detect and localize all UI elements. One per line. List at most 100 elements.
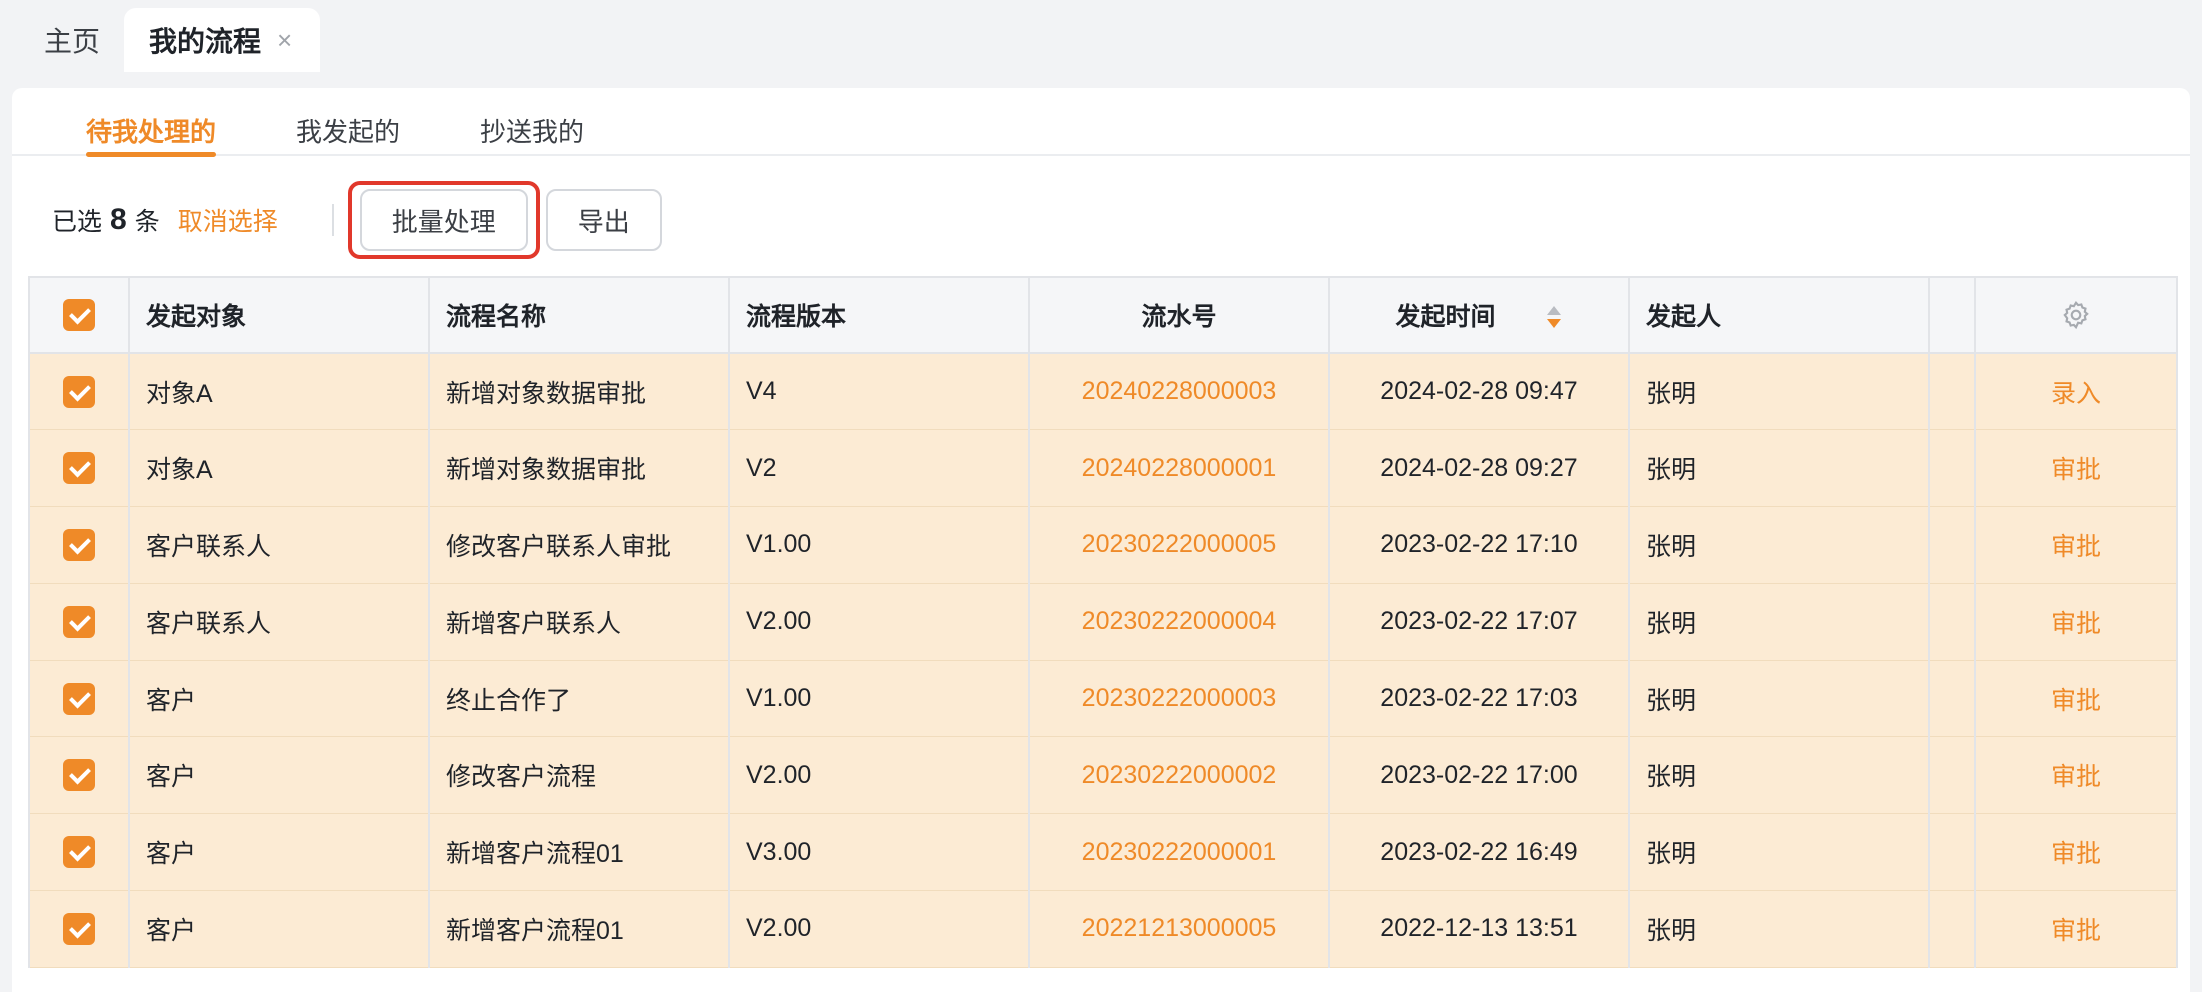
cell-serial-number[interactable]: 20230222000005 [1029,506,1330,584]
row-checkbox[interactable] [63,605,95,638]
cell-start-time: 2022-12-13 13:51 [1329,890,1630,968]
cell-process-name: 修改客户联系人审批 [429,506,730,584]
row-checkbox[interactable] [63,375,95,408]
sub-tab-bar: 待我处理的 我发起的 抄送我的 [12,88,2190,157]
selected-suffix: 条 [134,208,160,236]
column-header-sortable[interactable]: 发起时间 [1329,276,1630,354]
column-header: 流水号 [1029,276,1330,354]
cell-process-name: 新增客户流程01 [429,890,730,968]
cell-process-name: 新增对象数据审批 [429,353,730,431]
column-header: 流程名称 [429,276,730,354]
table-row[interactable]: 对象A 新增对象数据审批 V4 20240228000003 2024-02-28 09… [28,353,2178,431]
select-all-checkbox[interactable] [63,299,95,331]
cell-spacer [1929,506,1976,584]
cell-serial-number[interactable]: 20230222000004 [1029,583,1330,661]
row-action-link[interactable]: 审批 [1975,890,2178,968]
active-tab-indicator [86,152,216,157]
cell-spacer [1929,429,1976,508]
cell-serial-number[interactable]: 20230222000003 [1029,660,1330,738]
row-checkbox[interactable] [63,912,95,945]
table-row[interactable]: 客户联系人 新增客户联系人 V2.00 20230222000004 2023-02-2… [28,583,2178,661]
tab-cc[interactable]: 抄送我的 [480,112,584,149]
selected-count: 8 [110,203,127,236]
cell-spacer [1929,660,1976,738]
cell-serial-number[interactable]: 20240228000003 [1029,353,1330,431]
row-checkbox[interactable] [63,452,95,485]
cell-start-time: 2024-02-28 09:27 [1329,429,1630,508]
selected-prefix: 已选 [52,208,103,236]
cell-spacer [1929,583,1976,661]
batch-process-button[interactable]: 批量处理 [359,189,528,251]
row-select-cell [28,890,130,968]
cell-process-name: 新增客户流程01 [429,813,730,892]
cell-version: V2.00 [729,736,1030,815]
row-checkbox[interactable] [63,682,95,715]
cell-initiator: 张明 [1629,813,1930,892]
cell-start-time: 2023-02-22 17:10 [1329,506,1630,584]
batch-button-highlight: 批量处理 [347,181,540,259]
content-card: 待我处理的 我发起的 抄送我的 已选 8 条 取消选择 批量处理 导出 发起对象… [12,88,2190,992]
row-action-link[interactable]: 审批 [1975,736,2178,815]
table-row[interactable]: 客户 终止合作了 V1.00 20230222000003 2023-02-22 17:… [28,660,2178,738]
cell-serial-number[interactable]: 20230222000001 [1029,813,1330,892]
cell-serial-number[interactable]: 20221213000005 [1029,890,1330,968]
cell-object: 客户 [129,736,430,815]
cell-initiator: 张明 [1629,583,1930,661]
cell-object: 客户 [129,890,430,968]
table-row[interactable]: 客户 新增客户流程01 V3.00 20230222000001 2023-02-22 … [28,813,2178,892]
process-table: 发起对象 流程名称 流程版本 流水号 发起时间 发起人 对象A 新增对象数据审批… [28,276,2178,968]
page-tab-home[interactable]: 主页 [44,8,100,72]
row-action-link[interactable]: 录入 [1975,353,2178,431]
page-tab-bar: 主页 我的流程 × [0,0,2202,72]
cell-object: 对象A [129,353,430,431]
table-row[interactable]: 客户 新增客户流程01 V2.00 20221213000005 2022-12-13 … [28,890,2178,968]
cell-object: 客户联系人 [129,583,430,661]
tab-initiated[interactable]: 我发起的 [296,112,400,149]
cell-process-name: 修改客户流程 [429,736,730,815]
row-action-link[interactable]: 审批 [1975,660,2178,738]
cancel-selection-link[interactable]: 取消选择 [178,202,278,238]
cell-process-name: 终止合作了 [429,660,730,738]
column-header-spacer [1929,276,1976,354]
tab-pending[interactable]: 待我处理的 [86,112,216,149]
cell-spacer [1929,736,1976,815]
toolbar-divider [331,204,334,236]
page-tab-my-process[interactable]: 我的流程 × [124,8,320,72]
cell-serial-number[interactable]: 20240228000001 [1029,429,1330,508]
toolbar: 已选 8 条 取消选择 批量处理 导出 [52,180,662,260]
row-checkbox[interactable] [63,836,95,869]
cell-start-time: 2023-02-22 17:00 [1329,736,1630,815]
row-select-cell [28,736,130,815]
row-select-cell [28,660,130,738]
row-checkbox[interactable] [63,759,95,792]
select-all-cell [28,276,130,354]
row-action-link[interactable]: 审批 [1975,429,2178,508]
column-header-label: 发起时间 [1395,303,1496,331]
sort-icon[interactable] [1546,306,1562,330]
gear-icon[interactable] [2060,299,2092,331]
table-row[interactable]: 客户联系人 修改客户联系人审批 V1.00 20230222000005 2023-02… [28,506,2178,584]
row-select-cell [28,813,130,892]
row-checkbox[interactable] [63,528,95,561]
table-row[interactable]: 客户 修改客户流程 V2.00 20230222000002 2023-02-22 17… [28,736,2178,815]
row-select-cell [28,429,130,508]
cell-initiator: 张明 [1629,736,1930,815]
table-row[interactable]: 对象A 新增对象数据审批 V2 20240228000001 2024-02-28 09… [28,429,2178,508]
row-action-link[interactable]: 审批 [1975,813,2178,892]
cell-version: V2.00 [729,583,1030,661]
row-select-cell [28,583,130,661]
close-icon[interactable]: × [277,27,292,53]
cell-object: 客户 [129,813,430,892]
cell-process-name: 新增对象数据审批 [429,429,730,508]
page-tab-label: 我的流程 [149,26,262,57]
table-header-row: 发起对象 流程名称 流程版本 流水号 发起时间 发起人 [28,276,2178,354]
cell-version: V4 [729,353,1030,431]
cell-start-time: 2023-02-22 17:03 [1329,660,1630,738]
row-action-link[interactable]: 审批 [1975,583,2178,661]
cell-start-time: 2023-02-22 16:49 [1329,813,1630,892]
cell-serial-number[interactable]: 20230222000002 [1029,736,1330,815]
column-header: 流程版本 [729,276,1030,354]
cell-object: 对象A [129,429,430,508]
export-button[interactable]: 导出 [545,189,662,251]
row-action-link[interactable]: 审批 [1975,506,2178,584]
